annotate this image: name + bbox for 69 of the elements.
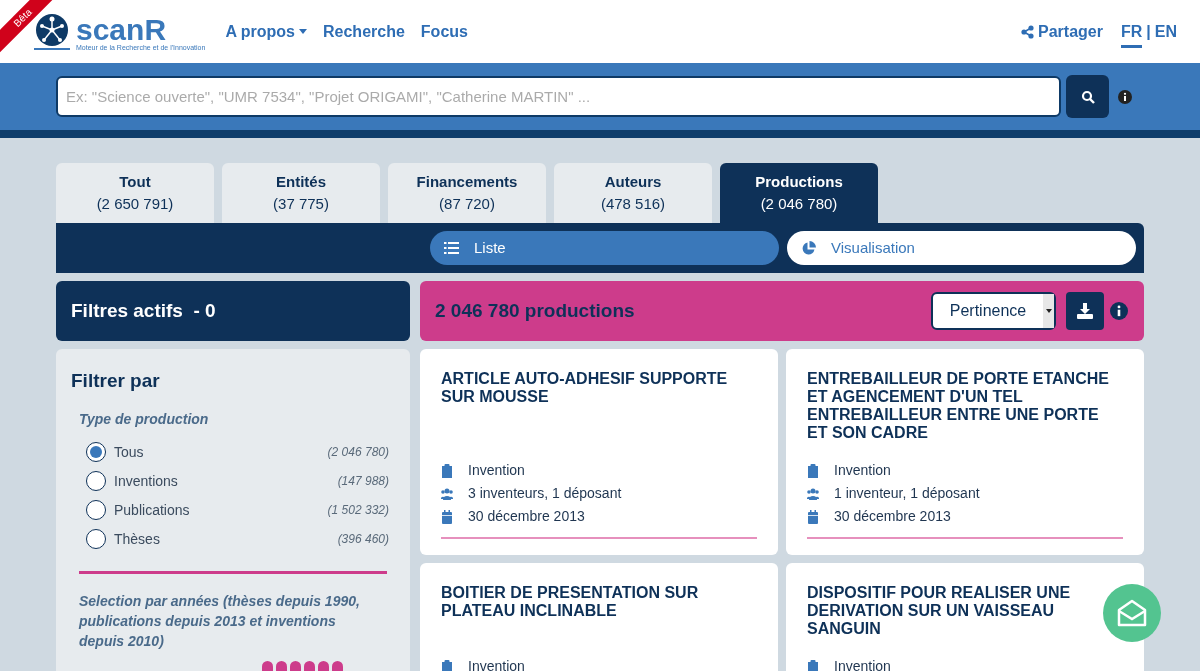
calendar-icon [441, 508, 453, 525]
caret-icon [299, 29, 307, 34]
option-label: Publications [114, 500, 190, 520]
nav-link[interactable]: Focus [420, 19, 468, 44]
radio-button[interactable] [86, 442, 106, 462]
view-toggle[interactable]: Liste [430, 231, 779, 265]
card-title: BOITIER DE PRESENTATION SUR PLATEAU INCLINABLE [441, 584, 700, 620]
tab[interactable]: Tout (2 650 791) [56, 163, 214, 223]
result-card[interactable]: DISPOSITIF POUR REALISER UNE DERIVATION SUR UN VAISSEAU SANGUIN Invention [786, 563, 1144, 671]
download-button[interactable] [1066, 292, 1104, 330]
option-count: (2 046 780) [327, 444, 389, 461]
search-icon [1080, 89, 1095, 104]
logo-text: scanR [76, 15, 167, 44]
tab[interactable]: Entités (37 775) [222, 163, 380, 223]
download-icon [1077, 303, 1093, 319]
caret-icon [1045, 309, 1052, 313]
info-icon[interactable] [1110, 302, 1128, 320]
tab[interactable]: Productions (2 046 780) [720, 163, 878, 223]
option-count: (1 502 332) [327, 502, 389, 519]
result-card[interactable]: BOITIER DE PRESENTATION SUR PLATEAU INCLINABLE Invention [420, 563, 778, 671]
tab[interactable]: Financements (87 720) [388, 163, 546, 223]
share-icon [1021, 24, 1035, 39]
language-separator: | [1146, 21, 1151, 42]
card-meta: 3 inventeurs, 1 déposant [468, 484, 622, 503]
clipboard-icon [807, 658, 819, 671]
logo-icon [32, 11, 72, 52]
radio-button[interactable] [86, 500, 106, 520]
active-filters-bar: Filtres actifs - 0 [56, 281, 410, 341]
list-icon [444, 242, 459, 254]
filter-title: Filtrer par [71, 369, 161, 393]
card-meta: Invention [834, 657, 891, 671]
search-field[interactable]: Ex: "Science ouverte", "UMR 7534", "Projet ORIGAMI", "Catherine MARTIN" ... [56, 76, 1061, 117]
card-title: ARTICLE AUTO-ADHESIF SUPPORTE SUR MOUSSE [441, 370, 729, 406]
result-card[interactable]: ENTREBAILLEUR DE PORTE ETANCHE ET AGENCEMENT D'UN TEL ENTREBAILLEUR ENTRE UNE PORTE ET SON CADRE Invention 1 inventeur, 1 déposant 30 décembre 2013 [786, 349, 1144, 555]
nav-link[interactable]: Recherche [323, 19, 405, 44]
tab[interactable]: Auteurs (478 516) [554, 163, 712, 223]
filter-group-title: Type de production [79, 409, 210, 429]
card-title: DISPOSITIF POUR REALISER UNE DERIVATION SUR UN VAISSEAU SANGUIN [807, 584, 1072, 638]
option-count: (147 988) [337, 473, 389, 490]
card-title: ENTREBAILLEUR DE PORTE ETANCHE ET AGENCEMENT D'UN TEL ENTREBAILLEUR ENTRE UNE PORTE ET SON CADRE [807, 370, 1110, 442]
years-title: Selection par années (thèses depuis 1990, publications depuis 2013 et inventions depuis 2010) [79, 591, 361, 651]
card-meta: Invention [468, 461, 525, 480]
card-meta: 1 inventeur, 1 déposant [834, 484, 980, 503]
search-button[interactable] [1066, 75, 1109, 118]
card-meta: Invention [468, 657, 525, 671]
option-label: Tous [114, 442, 144, 462]
card-meta: 30 décembre 2013 [834, 507, 951, 526]
option-label: Thèses [114, 529, 160, 549]
radio-button[interactable] [86, 471, 106, 491]
language-link[interactable]: EN [1154, 19, 1177, 44]
option-label: Inventions [114, 471, 178, 491]
results-count: 2 046 780 productions [435, 298, 635, 323]
envelope-icon [1117, 599, 1147, 627]
share-link[interactable]: Partager [1021, 19, 1103, 44]
clipboard-icon [441, 658, 453, 671]
nav-link[interactable]: A propos [225, 19, 307, 44]
clipboard-icon [441, 462, 453, 479]
option-count: (396 460) [337, 531, 389, 548]
sort-select[interactable]: Pertinence [931, 292, 1056, 330]
card-meta: 30 décembre 2013 [468, 507, 585, 526]
language-link[interactable]: FR [1120, 19, 1143, 48]
calendar-icon [807, 508, 819, 525]
result-card[interactable]: ARTICLE AUTO-ADHESIF SUPPORTE SUR MOUSSE Invention 3 inventeurs, 1 déposant 30 décembre 2013 [420, 349, 778, 555]
view-toggle[interactable]: Visualisation [787, 231, 1136, 265]
card-meta: Invention [834, 461, 891, 480]
info-icon[interactable] [1118, 89, 1132, 104]
radio-button[interactable] [86, 529, 106, 549]
pie-chart-icon [801, 240, 816, 256]
clipboard-icon [807, 462, 819, 479]
